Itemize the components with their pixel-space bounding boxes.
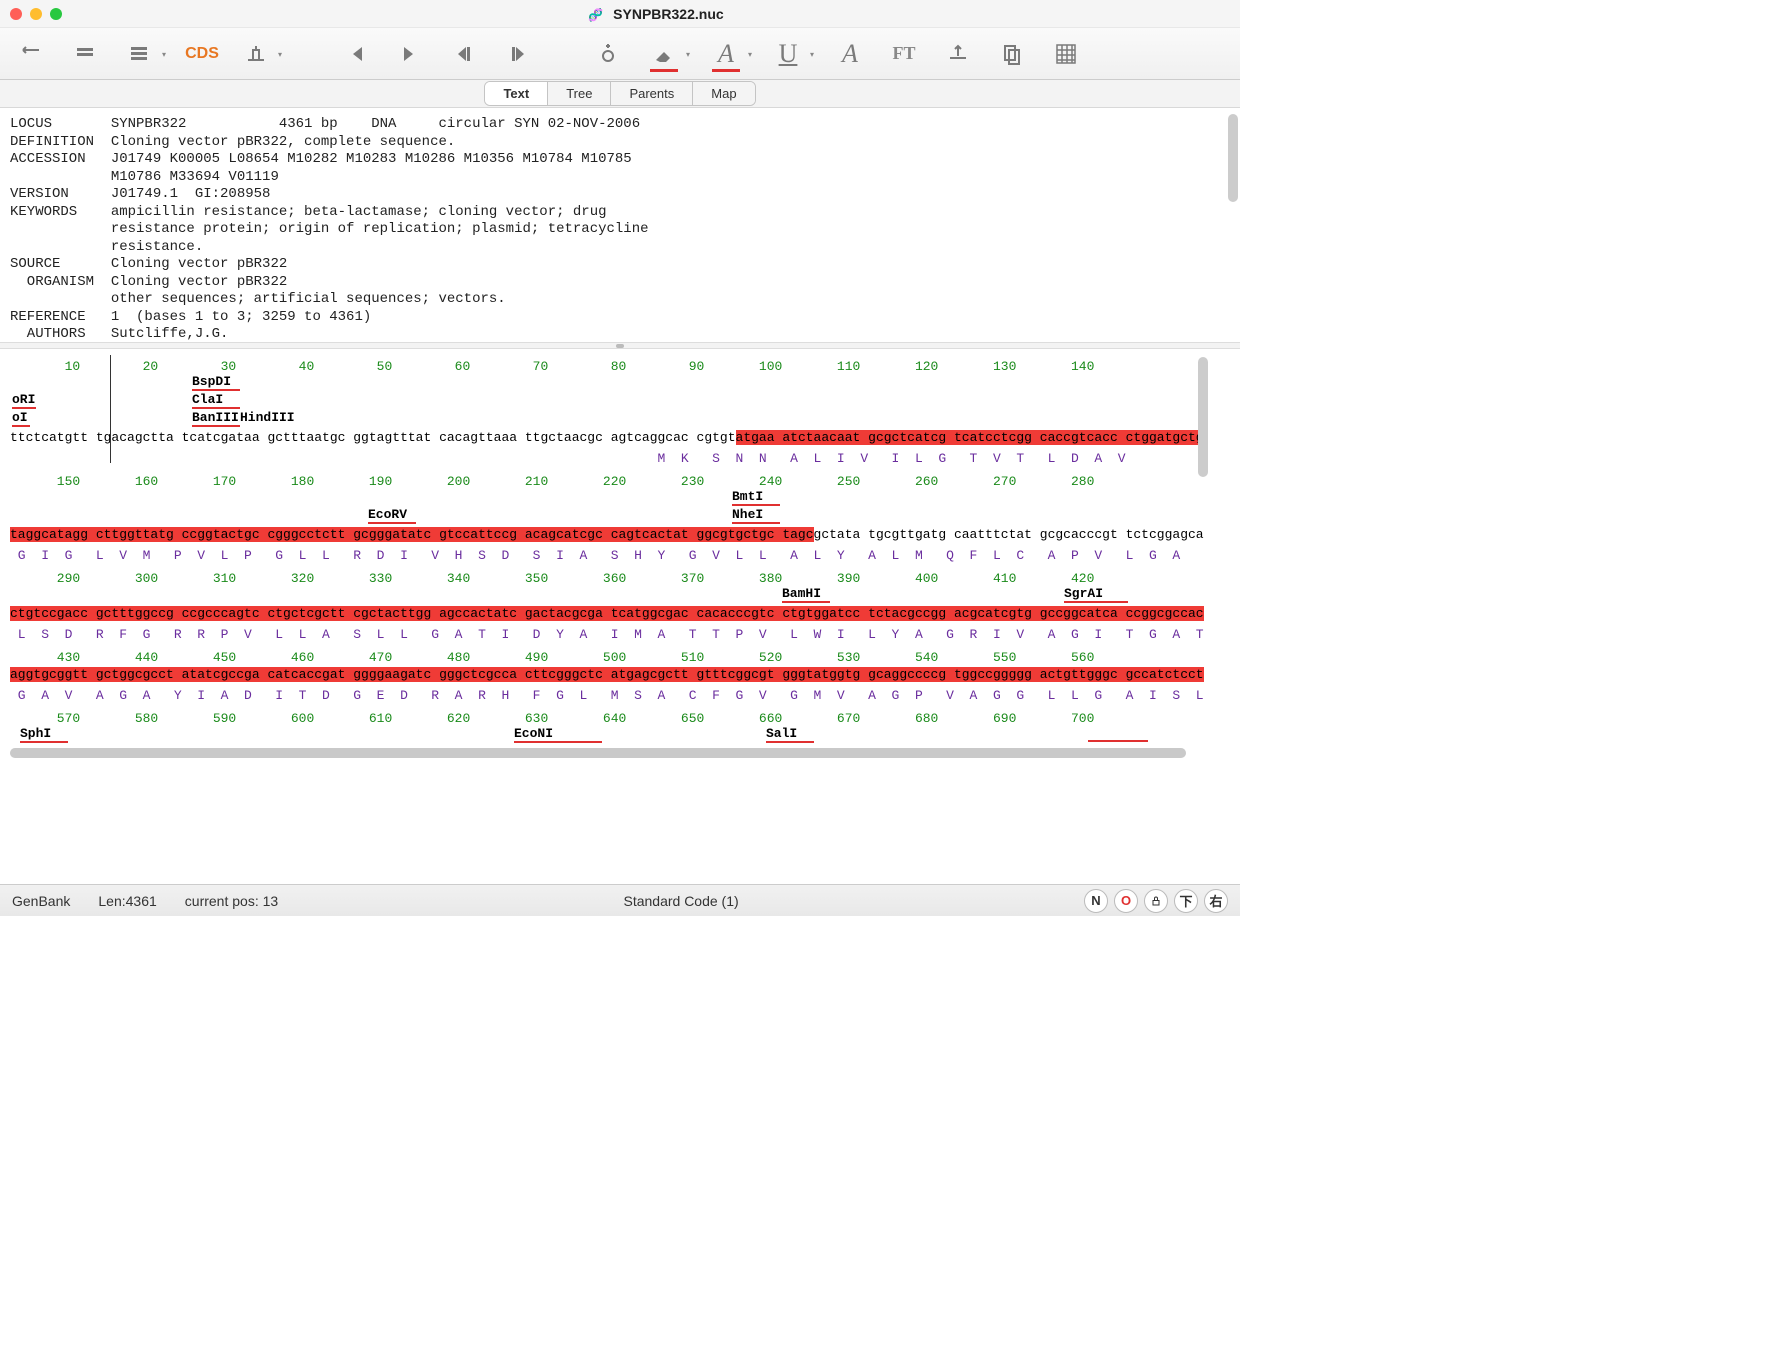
site-sgrai[interactable]: SgrAI: [1064, 586, 1103, 601]
sequence-line[interactable]: aggtgcggtt gctggcgcct atatcgccga catcacc…: [10, 667, 1200, 682]
sites-row: SphI EcoNI SalI: [10, 726, 1200, 744]
site-sphi[interactable]: SphI: [20, 726, 51, 741]
view-tabs: Text Tree Parents Map: [0, 80, 1240, 108]
status-n-button[interactable]: N: [1084, 889, 1108, 913]
zoom-window-icon[interactable]: [50, 8, 62, 20]
sequence-hscrollbar[interactable]: [10, 748, 1186, 758]
site-baniii[interactable]: BanIII: [192, 410, 239, 425]
splitter-handle-icon: [616, 344, 624, 348]
insert-dropdown-icon[interactable]: ▾: [240, 38, 272, 70]
eraser-icon[interactable]: ▾: [648, 38, 680, 70]
minimize-window-icon[interactable]: [30, 8, 42, 20]
copy-icon[interactable]: [996, 38, 1028, 70]
step-fwd-icon[interactable]: [502, 38, 534, 70]
translation-row: G A V A G A Y I A D I T D G E D R A R H …: [10, 688, 1200, 703]
ruler-row: 570 580 590 600 610 620 630 640 650 660 …: [10, 711, 1200, 726]
ruler-row: 150 160 170 180 190 200 210 220 230 240 …: [10, 474, 1200, 489]
seq-text-hl: gatcc tctacgccgg acgcatcgtg gccggcatca: [821, 606, 1125, 621]
seq-text: gctata tgcgttgatg caatttctat gcgcacccgt …: [814, 527, 1204, 542]
close-window-icon[interactable]: [10, 8, 22, 20]
sequence-pane[interactable]: 10 20 30 40 50 60 70 80 90 100 110 120 1…: [0, 349, 1240, 884]
window-title: 🧬 SYNPBR322.nuc: [82, 6, 1230, 22]
sequence-line[interactable]: taggcatagg cttggttatg ccggtactgc cgggcct…: [10, 527, 1200, 542]
sequence-line[interactable]: ttctcatgtt tgacagctta tcatcgataa gctttaa…: [10, 430, 1200, 445]
header-scrollbar[interactable]: [1228, 114, 1238, 202]
tab-text[interactable]: Text: [485, 82, 548, 105]
site-oi[interactable]: oI: [12, 410, 28, 425]
window-controls: [10, 8, 62, 20]
status-position: current pos: 13: [185, 893, 278, 909]
segment-control: Text Tree Parents Map: [484, 81, 755, 106]
ruler-row: 10 20 30 40 50 60 70 80 90 100 110 120 1…: [10, 359, 1200, 374]
chevron-down-icon: ▾: [810, 50, 814, 59]
site-mark-icon: [1088, 740, 1148, 742]
underline-icon[interactable]: U▾: [772, 38, 804, 70]
cds-button[interactable]: CDS: [186, 38, 218, 70]
sequence-line[interactable]: ctgtccgacc gctttggccg ccgcccagtc ctgctcg…: [10, 606, 1200, 621]
titlebar: 🧬 SYNPBR322.nuc: [0, 0, 1240, 28]
sites-row: BspDI: [10, 374, 1200, 392]
tab-map[interactable]: Map: [693, 82, 754, 105]
site-clai[interactable]: ClaI: [192, 392, 223, 407]
title-text: SYNPBR322.nuc: [613, 6, 723, 22]
site-hindiii[interactable]: HindIII: [240, 410, 295, 425]
layers-icon[interactable]: [70, 38, 102, 70]
chevron-down-icon: ▾: [686, 50, 690, 59]
seq-text: ttctcatgtt tgacagctta tcatcgataa gctttaa…: [10, 430, 736, 445]
ruler-row: 430 440 450 460 470 480 490 500 510 520 …: [10, 650, 1200, 665]
sites-row: EcoRV NheI: [10, 507, 1200, 525]
status-down-button[interactable]: 下: [1174, 889, 1198, 913]
lock-icon: [1150, 895, 1162, 907]
translation-row: M K S N N A L I V I L G T V T L D A V: [10, 451, 1200, 466]
site-econi[interactable]: EcoNI: [514, 726, 553, 741]
site-bmti[interactable]: BmtI: [732, 489, 763, 504]
status-genetic-code: Standard Code (1): [623, 893, 738, 909]
sites-row: oI BanIII HindIII: [10, 410, 1200, 428]
status-length: Len:4361: [98, 893, 156, 909]
genbank-header-text: LOCUS SYNPBR322 4361 bp DNA circular SYN…: [10, 116, 1230, 343]
feature-table-button[interactable]: FT: [888, 38, 920, 70]
grid-icon[interactable]: [1050, 38, 1082, 70]
seq-text-hl: atgaa atctaacaat gcgctcatcg tcatcctcgg c…: [736, 430, 1204, 445]
font-icon[interactable]: A: [834, 38, 866, 70]
baseline-icon[interactable]: [942, 38, 974, 70]
tab-parents[interactable]: Parents: [611, 82, 693, 105]
seq-text-hl: ctgtccgacc gctttggccg ccgcccagtc ctgctcg…: [10, 606, 821, 621]
sites-row: oRI ClaI: [10, 392, 1200, 410]
genbank-header-pane[interactable]: LOCUS SYNPBR322 4361 bp DNA circular SYN…: [0, 108, 1240, 343]
translation-row: L S D R F G R R P V L L A S L L G A T I …: [10, 627, 1200, 642]
sites-row: BamHI SgrAI: [10, 586, 1200, 604]
layers-dropdown-icon[interactable]: ▾: [124, 38, 156, 70]
toolbar: ▾ CDS ▾ ▾ A▾ U▾ A FT: [0, 28, 1240, 80]
chevron-down-icon: ▾: [162, 50, 166, 59]
site-ori[interactable]: oRI: [12, 392, 35, 407]
site-bspdi[interactable]: BspDI: [192, 374, 231, 389]
site-nhei[interactable]: NheI: [732, 507, 763, 522]
site-ecorv[interactable]: EcoRV: [368, 507, 407, 522]
status-lock-button[interactable]: [1144, 889, 1168, 913]
font-color-icon[interactable]: A▾: [710, 38, 742, 70]
status-right-button[interactable]: 右: [1204, 889, 1228, 913]
status-format: GenBank: [12, 893, 70, 909]
ruler-row: 290 300 310 320 330 340 350 360 370 380 …: [10, 571, 1200, 586]
status-o-button[interactable]: O: [1114, 889, 1138, 913]
chevron-down-icon: ▾: [278, 50, 282, 59]
translation-row: G I G L V M P V L P G L L R D I V H S D …: [10, 548, 1200, 563]
site-sali[interactable]: SalI: [766, 726, 797, 741]
chevron-down-icon: ▾: [748, 50, 752, 59]
document-icon: 🧬: [588, 8, 603, 22]
go-end-icon[interactable]: [394, 38, 426, 70]
seq-text-hl: aggtgcggtt gctggcgcct atatcgccga catcacc…: [10, 667, 1204, 682]
seq-text-hl: taggcatagg cttggttatg ccggtactgc cgggcct…: [10, 527, 814, 542]
sites-row: BmtI: [10, 489, 1200, 507]
seq-text-hl: ccggcgccac: [1126, 606, 1204, 621]
search-icon[interactable]: [594, 38, 626, 70]
tab-tree[interactable]: Tree: [548, 82, 611, 105]
site-bamhi[interactable]: BamHI: [782, 586, 821, 601]
scroll-thumb[interactable]: [10, 748, 1186, 758]
go-start-icon[interactable]: [340, 38, 372, 70]
align-left-icon[interactable]: [16, 38, 48, 70]
step-back-icon[interactable]: [448, 38, 480, 70]
statusbar: GenBank Len:4361 current pos: 13 Standar…: [0, 884, 1240, 916]
